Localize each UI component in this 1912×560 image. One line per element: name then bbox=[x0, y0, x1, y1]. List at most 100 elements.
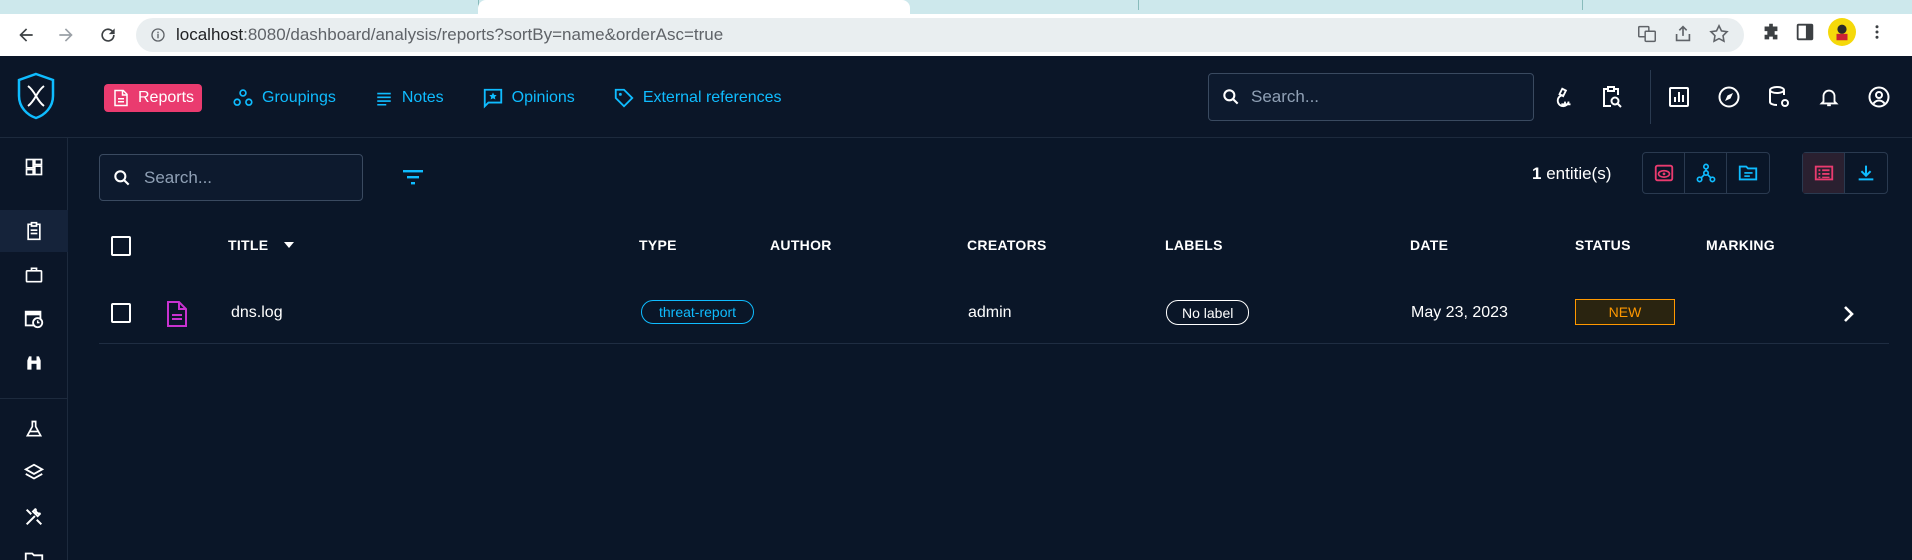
top-navigation: Reports Groupings Notes Opinions Externa… bbox=[104, 84, 812, 112]
sidebar-item-events[interactable] bbox=[0, 298, 68, 340]
column-header-author[interactable]: AUTHOR bbox=[770, 237, 832, 253]
account-circle-icon[interactable] bbox=[1864, 82, 1894, 112]
browser-active-tab[interactable] bbox=[478, 0, 910, 14]
site-info-icon[interactable] bbox=[150, 27, 166, 43]
clipboard-icon bbox=[27, 221, 41, 241]
sidebar-item-entities[interactable] bbox=[0, 538, 68, 560]
calendar-clock-icon bbox=[24, 310, 44, 329]
opencti-logo-icon[interactable] bbox=[16, 72, 56, 120]
status-badge: NEW bbox=[1575, 299, 1675, 325]
sidebar-item-threats[interactable] bbox=[0, 408, 68, 450]
column-status-label: STATUS bbox=[1575, 237, 1631, 253]
select-all-checkbox[interactable] bbox=[111, 236, 131, 256]
address-bar[interactable]: localhost:8080/dashboard/analysis/report… bbox=[136, 18, 1744, 52]
list-search-placeholder: Search... bbox=[144, 167, 213, 187]
column-marking-label: MARKING bbox=[1706, 237, 1775, 253]
opinion-icon bbox=[483, 88, 502, 109]
row-title: dns.log bbox=[231, 304, 283, 321]
sidebar-item-cases[interactable] bbox=[0, 254, 68, 296]
graph-relations-icon[interactable] bbox=[1685, 153, 1727, 193]
column-date-label: DATE bbox=[1410, 237, 1449, 253]
sidebar-item-techniques[interactable] bbox=[0, 496, 68, 538]
nav-opinions-label: Opinions bbox=[511, 89, 575, 106]
sidebar-item-dashboard[interactable] bbox=[0, 146, 68, 188]
compass-icon[interactable] bbox=[1714, 82, 1744, 112]
report-type-chip: threat-report bbox=[641, 300, 755, 324]
url-host: localhost bbox=[176, 25, 244, 44]
briefcase-icon bbox=[25, 267, 43, 283]
nav-external-references[interactable]: External references bbox=[605, 84, 790, 112]
row-creators: admin bbox=[968, 304, 1012, 321]
view-mode-group bbox=[1642, 152, 1770, 194]
column-header-status[interactable]: STATUS bbox=[1575, 237, 1631, 253]
column-labels-label: LABELS bbox=[1165, 237, 1223, 253]
column-header-date[interactable]: DATE bbox=[1410, 237, 1448, 253]
sort-descending-icon[interactable] bbox=[283, 240, 295, 250]
back-icon[interactable] bbox=[10, 19, 42, 51]
grouping-icon bbox=[233, 89, 253, 106]
dashboard-chart-icon[interactable] bbox=[1664, 82, 1694, 112]
profile-avatar-icon[interactable] bbox=[1828, 18, 1856, 46]
nav-notes-label: Notes bbox=[401, 89, 444, 106]
investigation-icon[interactable] bbox=[1550, 82, 1580, 112]
column-header-creators[interactable]: CREATORS bbox=[967, 237, 1047, 253]
nav-groupings-label: Groupings bbox=[262, 89, 336, 106]
forward-icon[interactable] bbox=[50, 19, 82, 51]
bookmark-star-icon[interactable] bbox=[1708, 23, 1730, 45]
column-header-marking[interactable]: MARKING bbox=[1706, 237, 1775, 253]
database-settings-icon[interactable] bbox=[1764, 82, 1794, 112]
filter-icon[interactable] bbox=[400, 164, 426, 190]
list-search-input[interactable]: Search... bbox=[99, 154, 363, 201]
report-file-icon bbox=[167, 301, 187, 327]
sidebar-item-arsenal[interactable] bbox=[0, 452, 68, 494]
entity-count-label: entitie(s) bbox=[1541, 164, 1612, 183]
folder-icon bbox=[24, 552, 44, 560]
chevron-right-icon[interactable] bbox=[1839, 302, 1859, 326]
sidebar-item-observations[interactable] bbox=[0, 342, 68, 384]
share-icon[interactable] bbox=[1672, 23, 1694, 45]
nav-opinions[interactable]: Opinions bbox=[474, 84, 583, 112]
preview-eye-icon[interactable] bbox=[1643, 153, 1685, 193]
tag-icon bbox=[614, 88, 634, 108]
global-search-placeholder: Search... bbox=[1251, 87, 1320, 106]
column-title-label: TITLE bbox=[228, 237, 269, 253]
row-select-checkbox[interactable] bbox=[111, 303, 131, 323]
sidebar-divider bbox=[0, 398, 68, 399]
url-text: localhost:8080/dashboard/analysis/report… bbox=[176, 25, 723, 45]
browser-menu-icon[interactable] bbox=[1868, 21, 1886, 43]
topbar-divider bbox=[1650, 70, 1651, 124]
notification-bell-icon[interactable] bbox=[1814, 82, 1844, 112]
reload-icon[interactable] bbox=[92, 19, 124, 51]
nav-external-references-label: External references bbox=[642, 89, 782, 106]
download-icon[interactable] bbox=[1845, 153, 1887, 193]
row-date: May 23, 2023 bbox=[1411, 304, 1508, 321]
url-path: :8080/dashboard/analysis/reports?sortBy=… bbox=[243, 25, 724, 44]
sidebar-item-analysis[interactable] bbox=[0, 210, 68, 252]
column-header-title[interactable]: TITLE bbox=[228, 237, 268, 253]
folder-list-icon[interactable] bbox=[1727, 153, 1769, 193]
nav-groupings[interactable]: Groupings bbox=[224, 84, 344, 112]
global-search-input[interactable]: Search... bbox=[1208, 73, 1534, 121]
extensions-icon[interactable] bbox=[1760, 21, 1782, 43]
binoculars-icon bbox=[27, 356, 41, 370]
side-panel-icon[interactable] bbox=[1794, 21, 1816, 43]
left-sidebar bbox=[0, 138, 68, 560]
search-icon bbox=[114, 169, 130, 185]
app-topbar: Reports Groupings Notes Opinions Externa… bbox=[0, 56, 1912, 138]
nav-notes[interactable]: Notes bbox=[366, 84, 452, 112]
display-mode-group bbox=[1802, 152, 1888, 194]
nav-reports[interactable]: Reports bbox=[104, 84, 203, 112]
browser-toolbar: localhost:8080/dashboard/analysis/report… bbox=[0, 14, 1912, 56]
column-header-labels[interactable]: LABELS bbox=[1165, 237, 1223, 253]
browser-tab-strip bbox=[0, 0, 1912, 14]
nav-reports-label: Reports bbox=[138, 89, 195, 106]
tools-icon bbox=[25, 508, 43, 526]
table-row[interactable]: dns.log threat-report admin No label May… bbox=[99, 288, 1889, 344]
translate-icon[interactable] bbox=[1636, 23, 1658, 45]
clipboard-search-icon[interactable] bbox=[1596, 82, 1626, 112]
lines-view-icon[interactable] bbox=[1803, 153, 1845, 193]
label-chip: No label bbox=[1166, 300, 1250, 325]
tab-separator bbox=[1138, 0, 1139, 10]
tab-separator bbox=[1582, 0, 1583, 10]
column-header-type[interactable]: TYPE bbox=[639, 237, 677, 253]
